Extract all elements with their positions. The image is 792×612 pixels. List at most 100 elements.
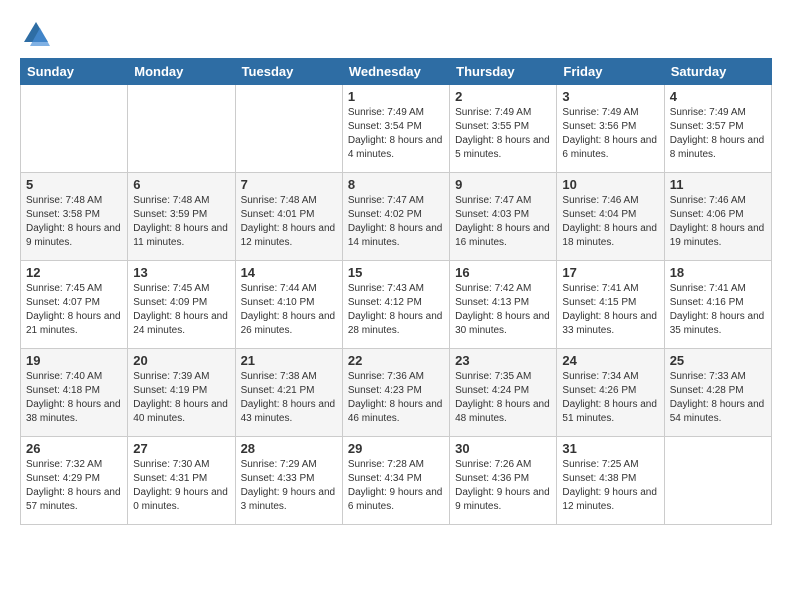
day-cell: 6 Sunrise: 7:48 AM Sunset: 3:59 PM Daylig… xyxy=(128,173,235,261)
day-number: 24 xyxy=(562,353,658,368)
weekday-header-friday: Friday xyxy=(557,59,664,85)
day-info: Sunrise: 7:48 AM Sunset: 3:59 PM Dayligh… xyxy=(133,194,229,250)
day-cell: 11 Sunrise: 7:46 AM Sunset: 4:06 PM Dayli… xyxy=(664,173,771,261)
day-info: Sunrise: 7:41 AM Sunset: 4:15 PM Dayligh… xyxy=(562,282,658,338)
day-cell: 1 Sunrise: 7:49 AM Sunset: 3:54 PM Daylig… xyxy=(342,85,449,173)
day-cell: 20 Sunrise: 7:39 AM Sunset: 4:19 PM Dayli… xyxy=(128,349,235,437)
day-info: Sunrise: 7:33 AM Sunset: 4:28 PM Dayligh… xyxy=(670,370,766,426)
day-cell: 14 Sunrise: 7:44 AM Sunset: 4:10 PM Dayli… xyxy=(235,261,342,349)
day-number: 23 xyxy=(455,353,551,368)
day-cell: 22 Sunrise: 7:36 AM Sunset: 4:23 PM Dayli… xyxy=(342,349,449,437)
day-info: Sunrise: 7:48 AM Sunset: 4:01 PM Dayligh… xyxy=(241,194,337,250)
weekday-header-tuesday: Tuesday xyxy=(235,59,342,85)
day-cell xyxy=(235,85,342,173)
day-cell: 15Sunrise: 7:43 AM Sunset: 4:12 PM Dayli… xyxy=(342,261,449,349)
day-number: 1 xyxy=(348,89,444,104)
day-number: 18 xyxy=(670,265,766,280)
day-info: Sunrise: 7:38 AM Sunset: 4:21 PM Dayligh… xyxy=(241,370,337,426)
day-cell: 23 Sunrise: 7:35 AM Sunset: 4:24 PM Dayli… xyxy=(450,349,557,437)
day-info: Sunrise: 7:49 AM Sunset: 3:54 PM Dayligh… xyxy=(348,106,444,162)
day-info: Sunrise: 7:25 AM Sunset: 4:38 PM Dayligh… xyxy=(562,458,658,514)
day-cell: 3 Sunrise: 7:49 AM Sunset: 3:56 PM Daylig… xyxy=(557,85,664,173)
day-info: Sunrise: 7:28 AM Sunset: 4:34 PM Dayligh… xyxy=(348,458,444,514)
day-number: 22 xyxy=(348,353,444,368)
day-number: 16 xyxy=(455,265,551,280)
week-row-4: 19Sunrise: 7:40 AM Sunset: 4:18 PM Dayli… xyxy=(21,349,772,437)
day-cell: 19Sunrise: 7:40 AM Sunset: 4:18 PM Dayli… xyxy=(21,349,128,437)
weekday-header-saturday: Saturday xyxy=(664,59,771,85)
weekday-header-row: SundayMondayTuesdayWednesdayThursdayFrid… xyxy=(21,59,772,85)
day-cell: 24 Sunrise: 7:34 AM Sunset: 4:26 PM Dayli… xyxy=(557,349,664,437)
day-cell xyxy=(21,85,128,173)
day-cell: 2Sunrise: 7:49 AM Sunset: 3:55 PM Daylig… xyxy=(450,85,557,173)
day-cell: 26Sunrise: 7:32 AM Sunset: 4:29 PM Dayli… xyxy=(21,437,128,525)
day-number: 14 xyxy=(241,265,337,280)
day-info: Sunrise: 7:48 AM Sunset: 3:58 PM Dayligh… xyxy=(26,194,122,250)
day-info: Sunrise: 7:35 AM Sunset: 4:24 PM Dayligh… xyxy=(455,370,551,426)
day-cell: 16 Sunrise: 7:42 AM Sunset: 4:13 PM Dayli… xyxy=(450,261,557,349)
day-cell: 17 Sunrise: 7:41 AM Sunset: 4:15 PM Dayli… xyxy=(557,261,664,349)
day-cell: 5 Sunrise: 7:48 AM Sunset: 3:58 PM Daylig… xyxy=(21,173,128,261)
day-info: Sunrise: 7:49 AM Sunset: 3:56 PM Dayligh… xyxy=(562,106,658,162)
day-cell: 10Sunrise: 7:46 AM Sunset: 4:04 PM Dayli… xyxy=(557,173,664,261)
day-number: 26 xyxy=(26,441,122,456)
day-info: Sunrise: 7:43 AM Sunset: 4:12 PM Dayligh… xyxy=(348,282,444,338)
logo xyxy=(20,20,50,48)
day-cell: 12Sunrise: 7:45 AM Sunset: 4:07 PM Dayli… xyxy=(21,261,128,349)
day-cell xyxy=(664,437,771,525)
day-cell: 18 Sunrise: 7:41 AM Sunset: 4:16 PM Dayli… xyxy=(664,261,771,349)
day-info: Sunrise: 7:45 AM Sunset: 4:07 PM Dayligh… xyxy=(26,282,122,338)
day-info: Sunrise: 7:34 AM Sunset: 4:26 PM Dayligh… xyxy=(562,370,658,426)
day-number: 8 xyxy=(348,177,444,192)
day-number: 31 xyxy=(562,441,658,456)
day-number: 11 xyxy=(670,177,766,192)
day-cell: 4Sunrise: 7:49 AM Sunset: 3:57 PM Daylig… xyxy=(664,85,771,173)
weekday-header-monday: Monday xyxy=(128,59,235,85)
day-cell: 9Sunrise: 7:47 AM Sunset: 4:03 PM Daylig… xyxy=(450,173,557,261)
day-info: Sunrise: 7:46 AM Sunset: 4:04 PM Dayligh… xyxy=(562,194,658,250)
day-info: Sunrise: 7:49 AM Sunset: 3:55 PM Dayligh… xyxy=(455,106,551,162)
week-row-5: 26Sunrise: 7:32 AM Sunset: 4:29 PM Dayli… xyxy=(21,437,772,525)
day-number: 6 xyxy=(133,177,229,192)
day-cell: 30 Sunrise: 7:26 AM Sunset: 4:36 PM Dayli… xyxy=(450,437,557,525)
calendar: SundayMondayTuesdayWednesdayThursdayFrid… xyxy=(20,58,772,525)
header xyxy=(20,16,772,48)
day-cell: 29 Sunrise: 7:28 AM Sunset: 4:34 PM Dayli… xyxy=(342,437,449,525)
day-info: Sunrise: 7:42 AM Sunset: 4:13 PM Dayligh… xyxy=(455,282,551,338)
day-info: Sunrise: 7:41 AM Sunset: 4:16 PM Dayligh… xyxy=(670,282,766,338)
day-cell: 28 Sunrise: 7:29 AM Sunset: 4:33 PM Dayli… xyxy=(235,437,342,525)
day-cell: 31 Sunrise: 7:25 AM Sunset: 4:38 PM Dayli… xyxy=(557,437,664,525)
day-cell: 7 Sunrise: 7:48 AM Sunset: 4:01 PM Daylig… xyxy=(235,173,342,261)
day-info: Sunrise: 7:47 AM Sunset: 4:02 PM Dayligh… xyxy=(348,194,444,250)
day-info: Sunrise: 7:29 AM Sunset: 4:33 PM Dayligh… xyxy=(241,458,337,514)
day-number: 7 xyxy=(241,177,337,192)
logo-icon xyxy=(22,20,50,48)
day-info: Sunrise: 7:36 AM Sunset: 4:23 PM Dayligh… xyxy=(348,370,444,426)
day-number: 27 xyxy=(133,441,229,456)
day-number: 13 xyxy=(133,265,229,280)
day-number: 28 xyxy=(241,441,337,456)
day-info: Sunrise: 7:49 AM Sunset: 3:57 PM Dayligh… xyxy=(670,106,766,162)
day-info: Sunrise: 7:46 AM Sunset: 4:06 PM Dayligh… xyxy=(670,194,766,250)
day-number: 30 xyxy=(455,441,551,456)
day-number: 3 xyxy=(562,89,658,104)
day-number: 29 xyxy=(348,441,444,456)
day-info: Sunrise: 7:44 AM Sunset: 4:10 PM Dayligh… xyxy=(241,282,337,338)
day-number: 5 xyxy=(26,177,122,192)
week-row-2: 5 Sunrise: 7:48 AM Sunset: 3:58 PM Daylig… xyxy=(21,173,772,261)
day-cell: 8 Sunrise: 7:47 AM Sunset: 4:02 PM Daylig… xyxy=(342,173,449,261)
day-number: 25 xyxy=(670,353,766,368)
day-info: Sunrise: 7:30 AM Sunset: 4:31 PM Dayligh… xyxy=(133,458,229,514)
weekday-header-sunday: Sunday xyxy=(21,59,128,85)
day-number: 17 xyxy=(562,265,658,280)
week-row-3: 12Sunrise: 7:45 AM Sunset: 4:07 PM Dayli… xyxy=(21,261,772,349)
page: SundayMondayTuesdayWednesdayThursdayFrid… xyxy=(0,0,792,612)
day-info: Sunrise: 7:39 AM Sunset: 4:19 PM Dayligh… xyxy=(133,370,229,426)
day-info: Sunrise: 7:45 AM Sunset: 4:09 PM Dayligh… xyxy=(133,282,229,338)
day-number: 20 xyxy=(133,353,229,368)
day-info: Sunrise: 7:26 AM Sunset: 4:36 PM Dayligh… xyxy=(455,458,551,514)
day-number: 9 xyxy=(455,177,551,192)
day-cell xyxy=(128,85,235,173)
day-number: 19 xyxy=(26,353,122,368)
day-cell: 25 Sunrise: 7:33 AM Sunset: 4:28 PM Dayli… xyxy=(664,349,771,437)
